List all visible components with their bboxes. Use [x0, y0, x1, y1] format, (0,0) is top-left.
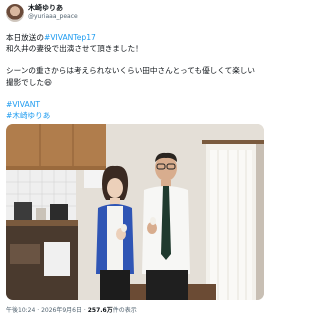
author-handle[interactable]: @yuriaaa_peace	[28, 13, 78, 20]
tweet-time[interactable]: 午後10:24	[6, 307, 35, 314]
meta-separator: ·	[37, 307, 40, 314]
tweet-line-1-text: 本日放送の	[6, 33, 44, 42]
hashtag-vivantep17[interactable]: #VIVANTep17	[44, 33, 96, 42]
tweet-text: 本日放送の#VIVANTep17 和久井の妻役で出演させて頂きました！ シーンの…	[6, 32, 264, 121]
author-name[interactable]: 木崎ゆりあ	[28, 3, 63, 13]
tweet-line-3: シーンの重さからは考えられないくらい田中さんとっても優しくて楽しい	[6, 66, 255, 76]
tweet-date[interactable]: 2026年9月6日	[41, 307, 82, 314]
kitchen-photo-illustration	[6, 124, 264, 300]
tweet-line-2: 和久井の妻役で出演させて頂きました！	[6, 44, 143, 54]
views-label: 件の表示	[112, 307, 137, 314]
tweet-line-1: 本日放送の#VIVANTep17	[6, 32, 264, 43]
meta-separator: ·	[83, 307, 86, 314]
views-count: 257.6万	[87, 307, 113, 314]
avatar[interactable]	[6, 4, 24, 22]
hashtag-vivant[interactable]: #VIVANT	[6, 99, 264, 110]
tweet-header: 木崎ゆりあ @yuriaaa_peace	[6, 3, 264, 25]
tweet-line-4: 撮影でした😆	[6, 77, 52, 87]
hashtag-kizaki-yuria[interactable]: #木崎ゆりあ	[6, 110, 264, 121]
tweet-meta: 午後10:24 · 2026年9月6日 · 257.6万件の表示	[6, 305, 137, 314]
tweet-photo[interactable]	[6, 124, 264, 300]
